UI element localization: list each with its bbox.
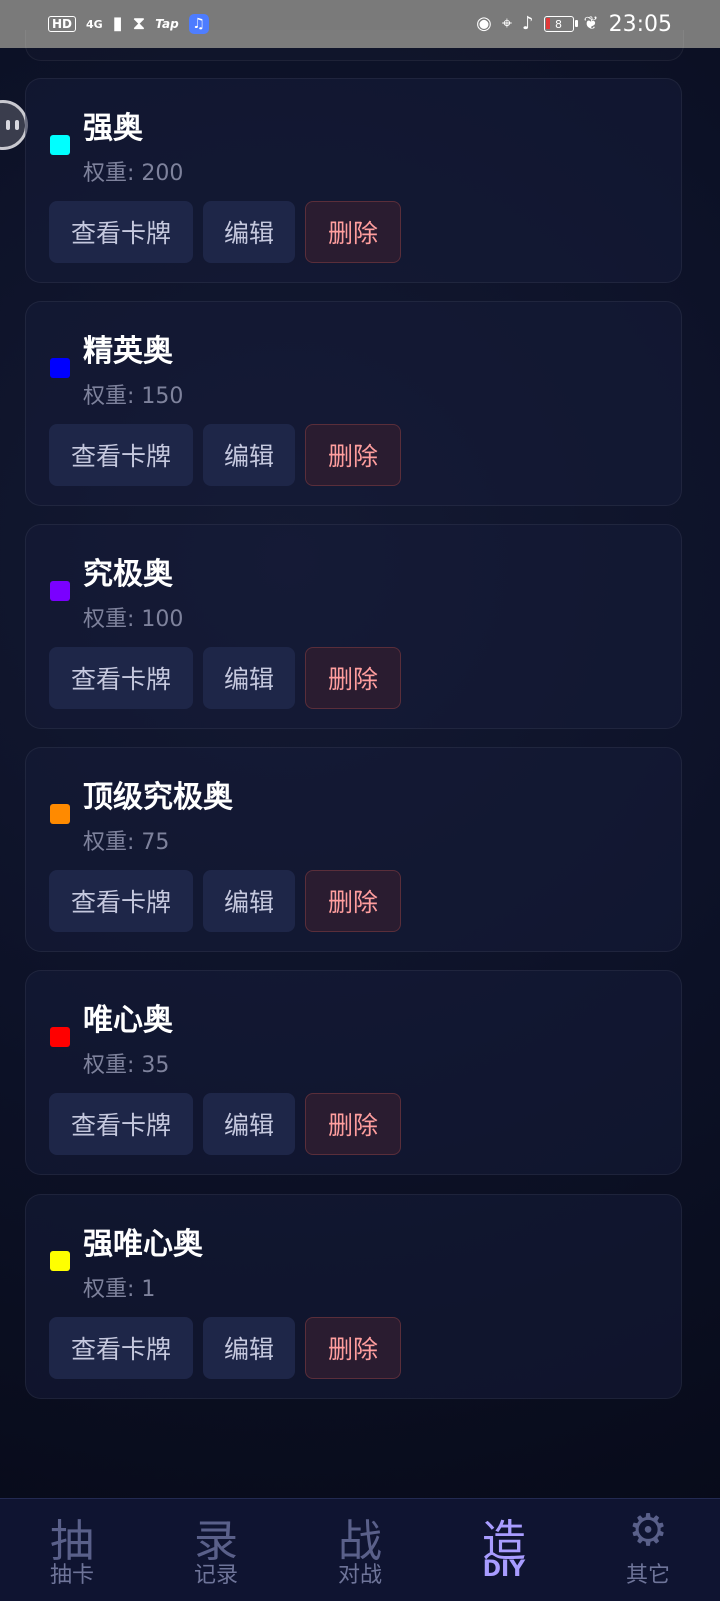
rarity-weight: 权重: 100: [83, 607, 184, 632]
rarity-card: 精英奥 权重: 150 查看卡牌 编辑 删除: [25, 301, 682, 506]
network-indicator: 4G: [86, 17, 103, 31]
rarity-card: 究极奥 权重: 100 查看卡牌 编辑 删除: [25, 524, 682, 729]
rarity-card: 强唯心奥 权重: 1 查看卡牌 编辑 删除: [25, 1194, 682, 1399]
edit-button[interactable]: 编辑: [203, 870, 295, 932]
rarity-name: 究极奥: [83, 557, 173, 592]
delete-button[interactable]: 删除: [305, 1317, 401, 1379]
nav-label: 记录: [193, 1563, 238, 1588]
nav-tab-other[interactable]: ⚙ 其它: [576, 1499, 720, 1601]
color-swatch: [50, 581, 70, 601]
edit-button[interactable]: 编辑: [203, 424, 295, 486]
rarity-name: 强唯心奥: [83, 1227, 203, 1262]
nav-tab-diy[interactable]: 造 DIY: [432, 1499, 576, 1601]
delete-button[interactable]: 删除: [305, 424, 401, 486]
rarity-name: 唯心奥: [83, 1003, 173, 1038]
color-swatch: [50, 135, 70, 155]
delete-button[interactable]: 删除: [305, 1093, 401, 1155]
nav-tab-records[interactable]: 录 记录: [144, 1499, 288, 1601]
view-cards-button[interactable]: 查看卡牌: [49, 1093, 193, 1155]
nav-label: 其它: [625, 1563, 670, 1588]
bottom-nav: 抽 抽卡 录 记录 战 对战 造 DIY ⚙ 其它: [0, 1498, 720, 1601]
color-swatch: [50, 1027, 70, 1047]
view-cards-button[interactable]: 查看卡牌: [49, 1317, 193, 1379]
nav-tab-battle[interactable]: 战 对战: [288, 1499, 432, 1601]
floating-assistant-icon[interactable]: [0, 100, 28, 150]
rarity-weight: 权重: 150: [83, 384, 184, 409]
rarity-weight: 权重: 1: [83, 1277, 156, 1302]
edit-button[interactable]: 编辑: [203, 1093, 295, 1155]
nav-label: 对战: [337, 1563, 382, 1588]
tap-app-icon: Tap: [155, 17, 179, 31]
edit-button[interactable]: 编辑: [203, 201, 295, 263]
color-swatch: [50, 358, 70, 378]
view-cards-button[interactable]: 查看卡牌: [49, 870, 193, 932]
edit-button[interactable]: 编辑: [203, 1317, 295, 1379]
rarity-name: 强奥: [83, 111, 143, 146]
rarity-weight: 权重: 200: [83, 161, 184, 186]
rarity-card: 强奥 权重: 200 查看卡牌 编辑 删除: [25, 78, 682, 283]
rarity-weight: 权重: 75: [83, 830, 170, 855]
view-cards-button[interactable]: 查看卡牌: [49, 647, 193, 709]
nav-tab-draw[interactable]: 抽 抽卡: [0, 1499, 144, 1601]
gear-icon: ⚙: [628, 1505, 668, 1556]
color-swatch: [50, 1251, 70, 1271]
previous-card-edge: [25, 30, 684, 61]
delete-button[interactable]: 删除: [305, 870, 401, 932]
nav-label: DIY: [482, 1557, 526, 1582]
edit-button[interactable]: 编辑: [203, 647, 295, 709]
color-swatch: [50, 804, 70, 824]
rarity-name: 精英奥: [83, 334, 173, 369]
rarity-card: 顶级究极奥 权重: 75 查看卡牌 编辑 删除: [25, 747, 682, 952]
delete-button[interactable]: 删除: [305, 647, 401, 709]
rarity-card: 唯心奥 权重: 35 查看卡牌 编辑 删除: [25, 970, 682, 1175]
delete-button[interactable]: 删除: [305, 201, 401, 263]
nav-label: 抽卡: [49, 1563, 94, 1588]
view-cards-button[interactable]: 查看卡牌: [49, 201, 193, 263]
rarity-weight: 权重: 35: [83, 1053, 170, 1078]
rarity-name: 顶级究极奥: [83, 780, 233, 815]
view-cards-button[interactable]: 查看卡牌: [49, 424, 193, 486]
